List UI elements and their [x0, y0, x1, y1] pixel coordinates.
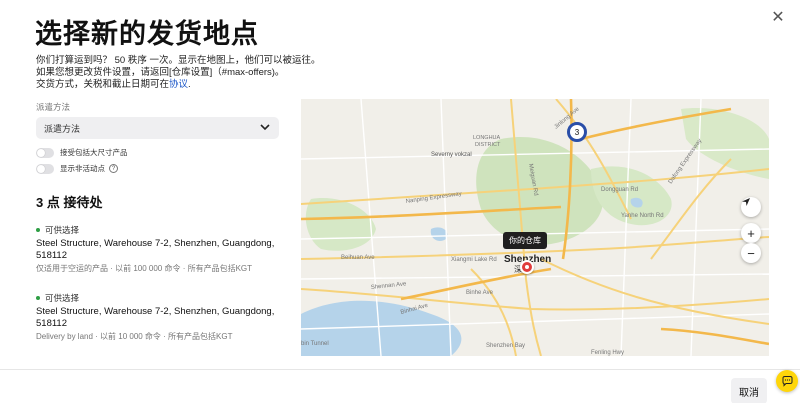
dialog-footer: 取消: [0, 369, 800, 403]
inactive-toggle-label: 显示非活动点: [60, 164, 105, 173]
description-line-3-end: .: [188, 79, 191, 90]
close-icon[interactable]: ✕: [766, 5, 790, 29]
map-canvas: LONGHUA DISTRICT Severny vokzal Nanping …: [301, 99, 769, 356]
shipping-method-value: 派遣方法: [44, 123, 81, 134]
cancel-button[interactable]: 取消: [731, 378, 767, 403]
address-line-2: 518112: [36, 317, 67, 329]
map-label-yanhe: Yanhe North Rd: [621, 213, 664, 219]
pickup-point-item[interactable]: 可供选择 Steel Structure, Warehouse 7-2, She…: [36, 292, 286, 342]
map-cluster-marker[interactable]: 3: [567, 122, 587, 142]
availability-status: 可供选择: [36, 224, 286, 236]
chat-support-button[interactable]: [776, 370, 798, 392]
status-dot: [36, 296, 40, 300]
navigation-arrow-icon: [742, 198, 750, 206]
reservoir-water: [430, 227, 448, 241]
address-line-1: Steel Structure, Warehouse 7-2, Shenzhen…: [36, 238, 275, 249]
chat-icon: [782, 375, 792, 387]
map-label-dongguan: Dongguan Rd: [601, 187, 638, 193]
map-label-district: DISTRICT: [475, 142, 501, 148]
inactive-points-toggle[interactable]: [36, 163, 54, 174]
map-label-fenling: Fenling Hwy: [591, 350, 624, 356]
description-line-3: 交货方式，关税和截止日期可在协议.: [36, 79, 396, 91]
zoom-out-button[interactable]: −: [741, 243, 761, 263]
toggle-inactive-row: 显示非活动点 ?: [36, 163, 118, 174]
address-line-1: Steel Structure, Warehouse 7-2, Shenzhen…: [36, 306, 275, 317]
pickup-address: Steel Structure, Warehouse 7-2, Shenzhen…: [36, 238, 286, 261]
pickup-address: Steel Structure, Warehouse 7-2, Shenzhen…: [36, 306, 286, 329]
availability-status: 可供选择: [36, 292, 286, 304]
oversize-toggle[interactable]: [36, 147, 54, 158]
description-line-1: 你们打算运到吗？ 50 秩序 一次。显示在地图上，他们可以被运往。: [36, 55, 321, 66]
address-line-2: 518112: [36, 249, 67, 261]
oversize-toggle-label: 接受包括大尺寸产品: [60, 148, 128, 157]
chevron-down-icon: [260, 124, 270, 131]
warehouse-tooltip: 你的仓库: [503, 232, 547, 249]
map-label-severny: Severny vokzal: [431, 152, 472, 158]
select-shipping-location-dialog: ✕ 选择新的发货地点 你们打算运到吗？ 50 秩序 一次。显示在地图上，他们可以…: [0, 0, 800, 403]
dialog-description: 你们打算运到吗？ 50 秩序 一次。显示在地图上，他们可以被运往。 如果您想更改…: [36, 55, 396, 91]
shipping-method-select[interactable]: 派遣方法: [36, 117, 279, 139]
map-view[interactable]: LONGHUA DISTRICT Severny vokzal Nanping …: [301, 99, 769, 356]
map-label-shennan: Shennan Ave: [371, 281, 408, 291]
map-label-longhua: LONGHUA: [473, 135, 501, 141]
map-label-xiangmi: Xiangmi Lake Rd: [451, 257, 497, 263]
shipping-method-label: 派遣方法: [36, 102, 71, 112]
agreement-link[interactable]: 协议: [169, 79, 188, 90]
pickup-meta: Delivery by land · 以前 10 000 命令 · 所有产品包括…: [36, 332, 233, 341]
park-area: [305, 198, 376, 251]
map-label-nanping: Nanping Expressway: [405, 191, 462, 205]
warehouse-pin-marker[interactable]: [520, 260, 534, 274]
pickup-point-item[interactable]: 可供选择 Steel Structure, Warehouse 7-2, She…: [36, 224, 286, 274]
pickup-count-heading: 3 点 接待处: [36, 195, 103, 210]
map-label-beihuan: Beihuan Ave: [341, 255, 375, 261]
description-line-3-text: 交货方式，关税和截止日期可在: [36, 79, 170, 90]
pickup-meta: 仅适用于空运的产品 · 以前 100 000 命令 · 所有产品包括KGT: [36, 264, 253, 273]
status-text: 可供选择: [45, 225, 80, 235]
my-location-button[interactable]: [741, 197, 761, 217]
map-label-shenzhen-bay: Shenzhen Bay: [486, 343, 525, 349]
zoom-in-button[interactable]: +: [741, 223, 761, 243]
status-text: 可供选择: [45, 293, 80, 303]
map-label-binhe2: Binhe Ave: [466, 290, 494, 296]
dialog-title: 选择新的发货地点: [35, 19, 259, 49]
status-dot: [36, 228, 40, 232]
help-icon[interactable]: ?: [109, 164, 118, 173]
map-label-tunnel: bin Tunnel: [301, 341, 329, 347]
toggle-oversize-row: 接受包括大尺寸产品: [36, 147, 128, 158]
description-line-2: 如果您想更改货件设置，请返回[仓库设置]（#max-offers)。: [36, 67, 285, 78]
